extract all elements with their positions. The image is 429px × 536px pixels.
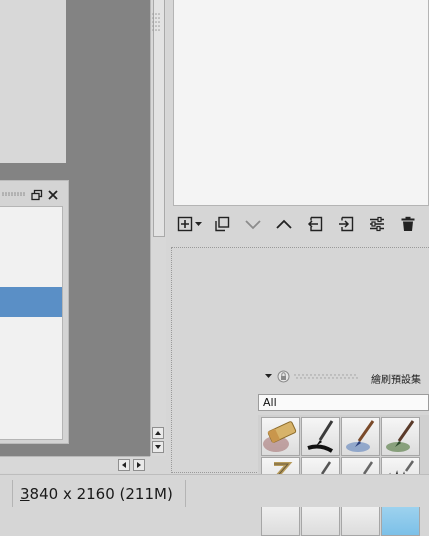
restore-window-icon[interactable] xyxy=(31,189,43,201)
scroll-down-button[interactable] xyxy=(152,441,164,453)
delete-layer-icon xyxy=(401,216,415,231)
brush-presets-docker: 繪刷預設集 All xyxy=(258,366,429,536)
docker-grip[interactable] xyxy=(294,374,360,379)
layer-properties-button[interactable] xyxy=(366,213,388,235)
brush-tag-filter-value: All xyxy=(263,396,277,409)
image-size-mnemonic: 3 xyxy=(20,485,30,503)
vertical-scrollbar-thumb[interactable] xyxy=(153,0,165,237)
layer-properties-icon xyxy=(370,216,384,232)
delete-layer-button[interactable] xyxy=(397,213,419,235)
scroll-up-button[interactable] xyxy=(152,427,164,439)
arrow-up-icon xyxy=(155,431,161,435)
preset-blue-pen[interactable] xyxy=(341,417,380,456)
preset-eraser[interactable] xyxy=(261,417,300,456)
preset-ink-brush[interactable] xyxy=(301,417,340,456)
dropdown-arrow-icon xyxy=(194,222,202,226)
move-layer-down-icon xyxy=(245,220,261,230)
right-docker-panel: 繪刷預設集 All xyxy=(166,0,429,536)
move-into-group-button[interactable] xyxy=(335,213,357,235)
move-out-of-group-icon xyxy=(307,216,323,232)
eraser-brush-icon xyxy=(263,421,297,452)
preset-green-pen[interactable] xyxy=(381,417,420,456)
status-bar: 3840 x 2160 (211M) xyxy=(0,474,429,507)
move-layer-up-icon xyxy=(276,219,292,229)
brush-tag-filter-select[interactable]: All xyxy=(258,394,429,411)
scroll-right-button[interactable] xyxy=(133,459,145,471)
add-layer-icon xyxy=(177,216,193,232)
move-layer-up-button[interactable] xyxy=(273,213,295,235)
canvas-area[interactable] xyxy=(0,0,150,456)
floating-docker-titlebar[interactable] xyxy=(0,181,68,205)
move-out-of-group-button[interactable] xyxy=(304,213,326,235)
canvas-image[interactable] xyxy=(0,0,66,163)
list-item-selected[interactable] xyxy=(0,287,62,317)
floating-docker xyxy=(0,180,69,444)
blue-pen-brush-icon xyxy=(346,420,375,452)
panel-splitter-grip[interactable] xyxy=(150,12,162,34)
move-into-group-icon xyxy=(339,216,354,232)
duplicate-layer-button[interactable] xyxy=(211,213,233,235)
layers-toolbar xyxy=(173,211,429,237)
ink-brush-icon xyxy=(307,420,334,453)
brush-presets-title: 繪刷預設集 xyxy=(371,375,421,386)
layers-list[interactable] xyxy=(173,0,429,206)
move-layer-down-button[interactable] xyxy=(242,213,264,235)
brush-presets-titlebar[interactable]: 繪刷預設集 xyxy=(258,366,429,388)
green-pen-brush-icon xyxy=(386,420,415,452)
duplicate-layer-icon xyxy=(215,216,230,232)
arrow-left-icon xyxy=(122,462,126,468)
docker-grip[interactable] xyxy=(2,192,26,196)
add-layer-dropdown[interactable] xyxy=(192,213,204,235)
image-size-button[interactable]: 3840 x 2160 (211M) xyxy=(12,480,186,507)
lock-docker-icon[interactable] xyxy=(277,370,290,383)
image-size-text: 840 x 2160 (211M) xyxy=(29,485,173,503)
canvas-vertical-scrollbar[interactable] xyxy=(150,0,166,456)
arrow-down-icon xyxy=(155,445,161,449)
collapse-arrow-icon[interactable] xyxy=(264,373,273,379)
scroll-left-button[interactable] xyxy=(118,459,130,471)
arrow-right-icon xyxy=(137,462,141,468)
image-size-label: 3840 x 2160 (211M) xyxy=(20,485,173,503)
canvas-horizontal-scrollbar[interactable] xyxy=(0,456,150,473)
close-icon[interactable] xyxy=(47,189,59,201)
floating-docker-list[interactable] xyxy=(0,206,63,440)
